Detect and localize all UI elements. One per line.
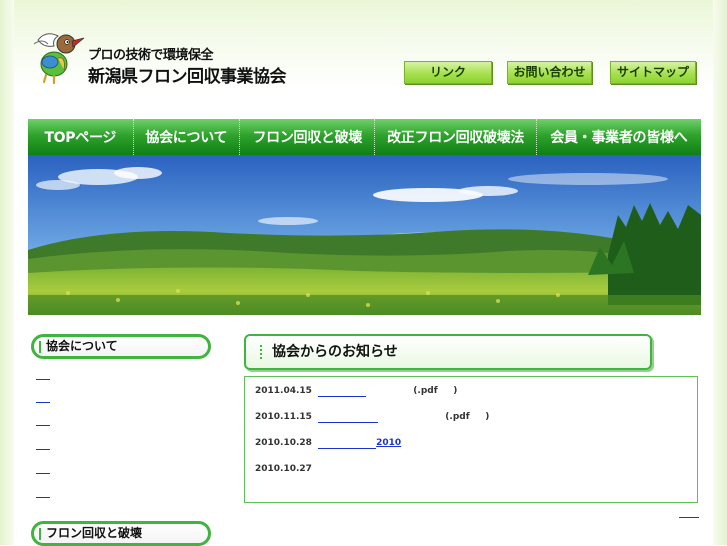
site-name: 新潟県フロン回収事業協会 — [88, 67, 287, 87]
contact-button[interactable]: お問い合わせ — [507, 61, 592, 84]
news-link[interactable] — [318, 438, 377, 449]
news-file-type: (.pdf ) — [445, 412, 490, 422]
news-date: 2011.04.15 — [255, 386, 312, 396]
site-logo[interactable]: プロの技術で環境保全 新潟県フロン回収事業協会 — [32, 30, 302, 90]
news-link-year[interactable]: 2010 — [376, 438, 401, 448]
left-edge-stripe — [0, 0, 14, 545]
news-date: 2010.10.27 — [255, 464, 312, 474]
hero-landscape-image — [28, 155, 701, 315]
news-item: 2010.10.28 2010 — [255, 438, 401, 449]
sitemap-button[interactable]: サイトマップ — [610, 61, 696, 84]
news-link[interactable] — [318, 412, 379, 423]
nav-top[interactable]: TOPページ — [28, 119, 134, 155]
news-heading: 協会からのお知らせ — [244, 334, 652, 370]
news-date: 2010.11.15 — [255, 412, 312, 422]
landscape-illustration — [28, 155, 701, 315]
bird-mascot-icon — [33, 33, 84, 85]
sidebar-link-2[interactable] — [36, 401, 50, 403]
news-list: 2011.04.15 (.pdf ) 2010.11.15 (.pdf ) 20… — [244, 376, 698, 503]
news-date: 2010.10.28 — [255, 438, 312, 448]
sidebar-link-1[interactable] — [36, 378, 50, 380]
right-edge-stripe — [713, 0, 727, 545]
sidebar-link-6[interactable] — [36, 496, 50, 498]
news-more-link[interactable] — [679, 516, 699, 518]
sidebar-link-3[interactable] — [36, 424, 50, 426]
link-button[interactable]: リンク — [404, 61, 492, 84]
news-item: 2010.11.15 (.pdf ) — [255, 412, 489, 423]
news-item: 2011.04.15 (.pdf ) — [255, 386, 457, 397]
news-link[interactable] — [318, 386, 367, 397]
sidebar-link-4[interactable] — [36, 448, 50, 450]
sidebar-heading-about: 協会について — [31, 334, 211, 359]
nav-revised-law[interactable]: 改正フロン回収破壊法 — [375, 119, 537, 155]
nav-about[interactable]: 協会について — [134, 119, 241, 155]
nav-members[interactable]: 会員・事業者の皆様へ — [537, 119, 701, 155]
news-item: 2010.10.27 — [255, 464, 315, 474]
main-navigation: TOPページ 協会について フロン回収と破壊 改正フロン回収破壊法 会員・事業者… — [28, 119, 701, 155]
sidebar-heading-recovery: フロン回収と破壊 — [31, 521, 211, 546]
site-tagline: プロの技術で環境保全 — [88, 48, 214, 63]
news-file-type: (.pdf ) — [413, 386, 458, 396]
sidebar-link-5[interactable] — [36, 472, 50, 474]
nav-recovery[interactable]: フロン回収と破壊 — [240, 119, 376, 155]
